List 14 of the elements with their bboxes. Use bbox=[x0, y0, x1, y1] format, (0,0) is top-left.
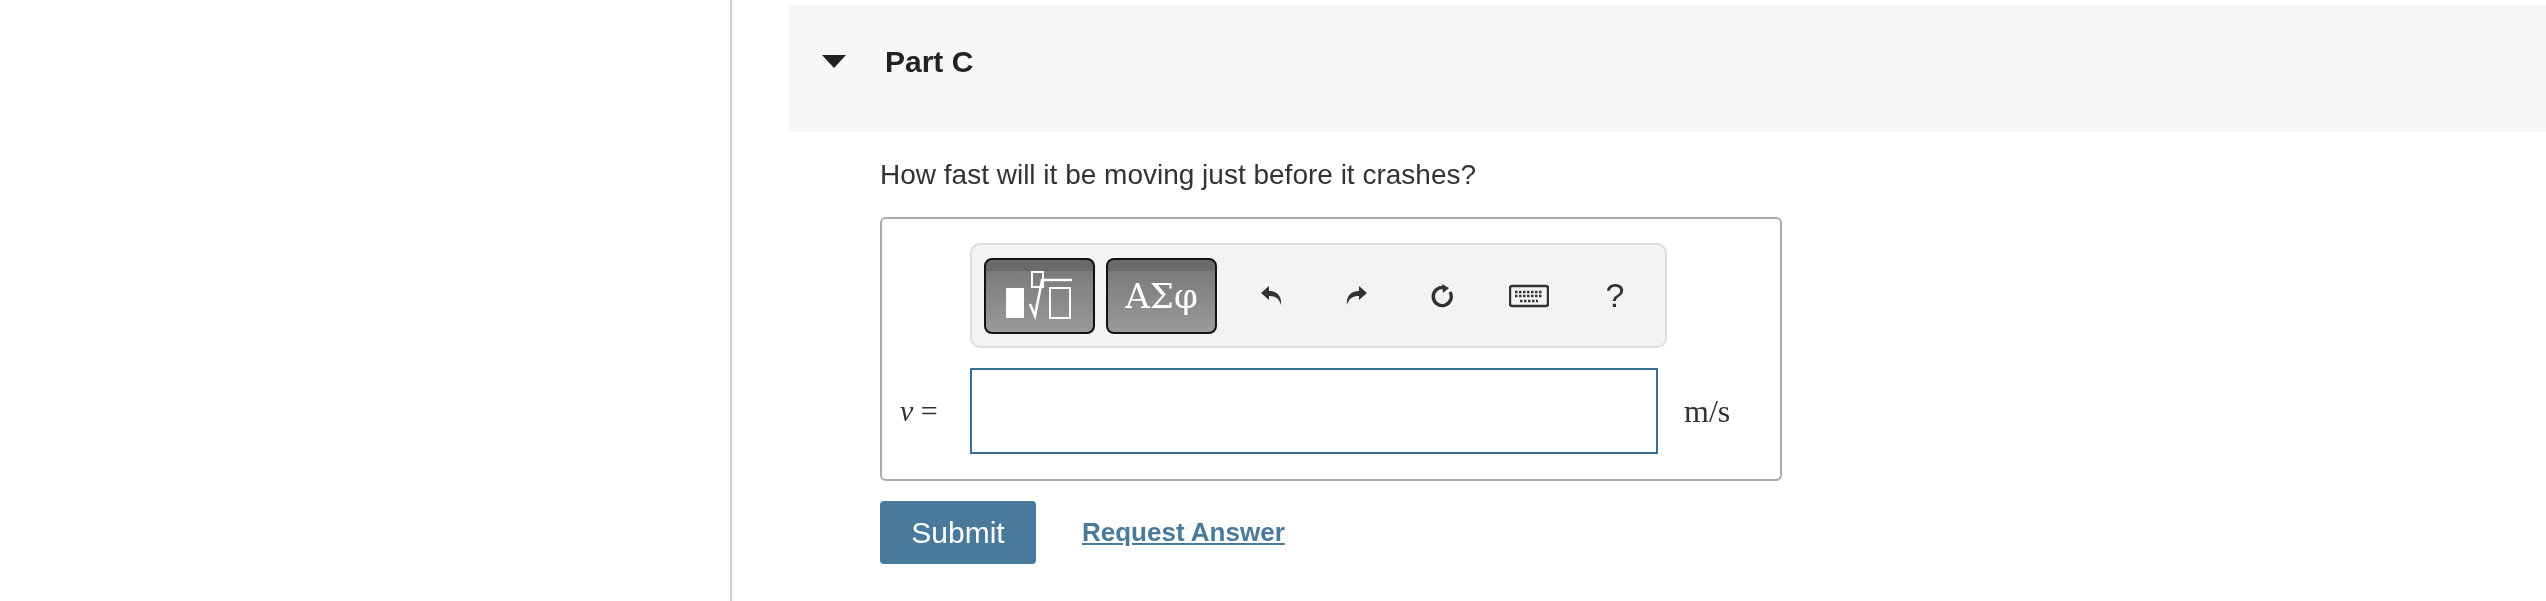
help-button[interactable]: ? bbox=[1572, 265, 1658, 326]
symbols-button[interactable]: ΑΣφ bbox=[1106, 257, 1217, 334]
collapse-toggle[interactable] bbox=[822, 54, 846, 69]
templates-button[interactable] bbox=[984, 257, 1095, 334]
keyboard-icon bbox=[1509, 282, 1549, 309]
unit-label: m/s bbox=[1684, 392, 1731, 430]
caret-icon bbox=[822, 54, 846, 69]
answer-field[interactable] bbox=[970, 368, 1658, 454]
reset-icon bbox=[1431, 283, 1455, 308]
submit-button[interactable]: Submit bbox=[880, 501, 1036, 564]
part-title: Part C bbox=[885, 44, 974, 79]
variable-label: v = bbox=[900, 394, 939, 428]
request-answer-link[interactable]: Request Answer bbox=[1082, 517, 1285, 548]
question-text: How fast will it be moving just before it crashes? bbox=[880, 158, 1478, 192]
